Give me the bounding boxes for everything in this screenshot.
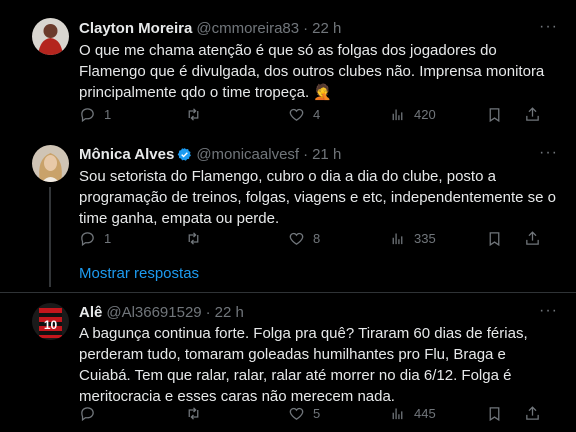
reply-icon [81, 407, 94, 422]
share-button[interactable] [524, 230, 541, 247]
author-name[interactable]: Clayton Moreira [79, 20, 192, 37]
views-icon [392, 233, 403, 245]
tweet-text: Sou setorista do Flamengo, cubro o dia a… [79, 168, 556, 227]
avatar[interactable]: 10 [32, 303, 69, 340]
like-button[interactable]: 5 [288, 405, 320, 422]
tweet-text: A bagunça continua forte. Folga pra quê?… [79, 325, 528, 405]
views-button[interactable]: 420 [389, 106, 436, 123]
share-icon [526, 107, 539, 121]
tweet-text: O que me chama atenção é que só as folga… [79, 42, 545, 101]
reply-button[interactable]: 1 [79, 230, 111, 247]
share-button[interactable] [524, 106, 541, 123]
tweet-clayton[interactable]: Clayton Moreira @cmmoreira83 · 22 h ··· … [0, 0, 576, 135]
like-count: 8 [313, 231, 321, 246]
views-count: 420 [414, 107, 436, 122]
avatar[interactable] [32, 18, 69, 55]
views-button[interactable]: 335 [389, 230, 436, 247]
more-options-icon[interactable]: ··· [539, 302, 558, 320]
separator: · [303, 146, 309, 163]
tweet-actions: 1 8 335 [79, 230, 549, 250]
avatar-jersey-number: 10 [44, 318, 58, 332]
avatar[interactable] [32, 145, 69, 182]
retweet-button[interactable] [185, 106, 202, 123]
bookmark-icon [489, 407, 500, 422]
like-count: 5 [313, 406, 321, 421]
like-button[interactable]: 4 [288, 106, 320, 123]
thread-dots [49, 264, 51, 286]
reply-icon [81, 108, 94, 123]
bookmark-button[interactable] [486, 106, 503, 123]
author-handle[interactable]: @Al36691529 [106, 304, 201, 321]
views-icon [392, 109, 403, 121]
tweet-ale[interactable]: 10 Alê @Al36691529 · 22 h ··· A bagunça … [0, 293, 576, 432]
reply-icon [81, 232, 94, 247]
retweet-button[interactable] [185, 405, 202, 422]
tweet-monica[interactable]: Mônica Alves @monicaalvesf · 21 h ··· So… [0, 135, 576, 287]
retweet-icon [188, 407, 199, 420]
author-name[interactable]: Mônica Alves [79, 146, 174, 163]
separator: · [205, 304, 211, 321]
tweet-header: Alê @Al36691529 · 22 h [79, 304, 244, 321]
heart-icon [289, 407, 304, 420]
tweet-header: Clayton Moreira @cmmoreira83 · 22 h [79, 20, 341, 37]
author-handle[interactable]: @monicaalvesf [196, 146, 299, 163]
bookmark-button[interactable] [486, 230, 503, 247]
author-handle[interactable]: @cmmoreira83 [196, 20, 299, 37]
reply-button[interactable]: 1 [79, 106, 111, 123]
timestamp[interactable]: 22 h [215, 304, 244, 321]
bookmark-button[interactable] [486, 405, 503, 422]
views-button[interactable]: 445 [389, 405, 436, 422]
share-icon [526, 231, 539, 245]
timestamp[interactable]: 22 h [312, 20, 341, 37]
reply-button[interactable] [79, 405, 96, 422]
retweet-button[interactable] [185, 230, 202, 247]
views-count: 445 [414, 406, 436, 421]
views-count: 335 [414, 231, 436, 246]
retweet-icon [188, 232, 199, 245]
timestamp[interactable]: 21 h [312, 146, 341, 163]
verified-badge-icon[interactable] [177, 147, 192, 162]
retweet-icon [188, 108, 199, 121]
reply-count: 1 [104, 231, 112, 246]
tweet-actions: 5 445 [79, 405, 549, 425]
share-button[interactable] [524, 405, 541, 422]
show-replies-link[interactable]: Mostrar respostas [79, 265, 199, 282]
like-count: 4 [313, 107, 321, 122]
separator: · [303, 20, 309, 37]
more-options-icon[interactable]: ··· [539, 18, 558, 36]
bookmark-icon [489, 232, 500, 247]
heart-icon [289, 232, 304, 245]
tweet-header: Mônica Alves @monicaalvesf · 21 h [79, 146, 341, 163]
bookmark-icon [489, 108, 500, 123]
author-name[interactable]: Alê [79, 304, 102, 321]
share-icon [526, 406, 539, 420]
like-button[interactable]: 8 [288, 230, 320, 247]
heart-icon [289, 108, 304, 121]
views-icon [392, 408, 403, 420]
tweet-actions: 1 4 420 [79, 106, 549, 126]
reply-count: 1 [104, 107, 112, 122]
more-options-icon[interactable]: ··· [539, 144, 558, 162]
